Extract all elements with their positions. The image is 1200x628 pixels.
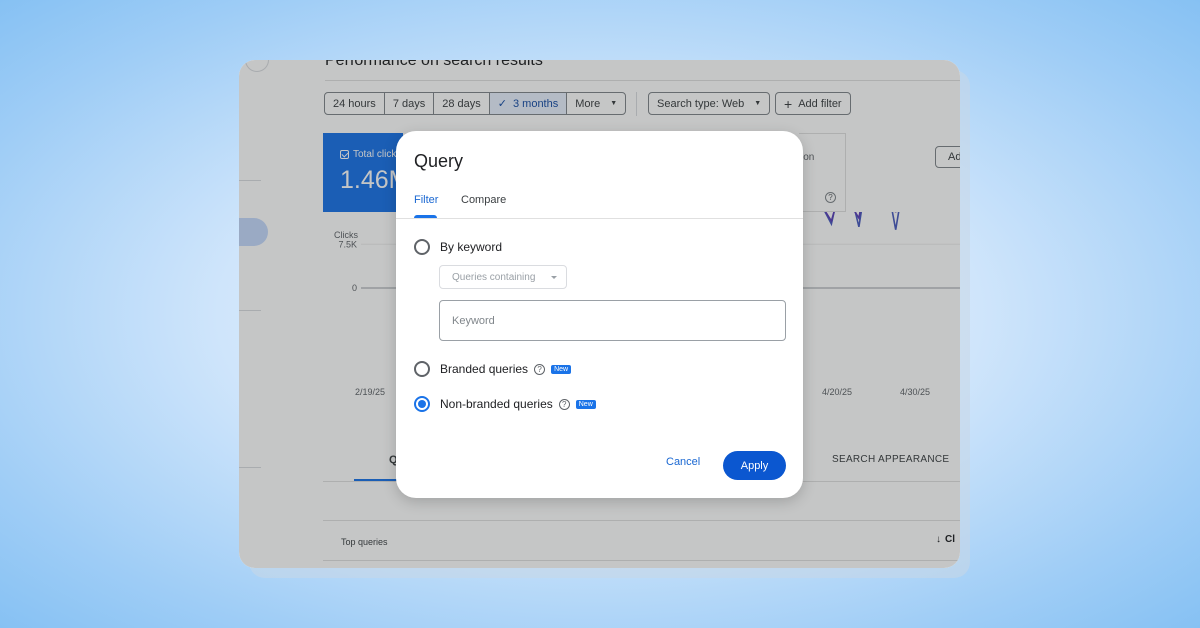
caret-down-icon <box>551 275 558 279</box>
radio-branded[interactable] <box>414 361 430 377</box>
option-branded[interactable]: Branded queries ? New <box>414 361 572 377</box>
divider <box>396 218 803 219</box>
match-type-value: Queries containing <box>452 271 536 283</box>
tab-compare[interactable]: Compare <box>461 194 506 206</box>
option-non-branded[interactable]: Non-branded queries ? New <box>414 396 596 412</box>
option-by-keyword[interactable]: By keyword <box>414 239 502 255</box>
apply-button[interactable]: Apply <box>723 451 786 480</box>
cancel-button[interactable]: Cancel <box>666 456 700 468</box>
match-type-select[interactable]: Queries containing <box>439 265 567 289</box>
help-icon[interactable]: ? <box>558 398 570 410</box>
keyword-input[interactable] <box>439 300 786 341</box>
radio-non-branded[interactable] <box>414 396 430 412</box>
option-branded-label: Branded queries <box>440 362 529 376</box>
radio-by-keyword[interactable] <box>414 239 430 255</box>
help-icon[interactable]: ? <box>534 363 546 375</box>
new-badge: New <box>575 399 596 409</box>
query-dialog: Query Filter Compare By keyword Queries … <box>396 131 803 498</box>
option-non-branded-label: Non-branded queries <box>440 397 553 411</box>
new-badge: New <box>551 364 572 374</box>
tab-filter[interactable]: Filter <box>414 194 438 206</box>
dialog-title: Query <box>414 151 464 171</box>
option-by-keyword-label: By keyword <box>440 240 503 254</box>
